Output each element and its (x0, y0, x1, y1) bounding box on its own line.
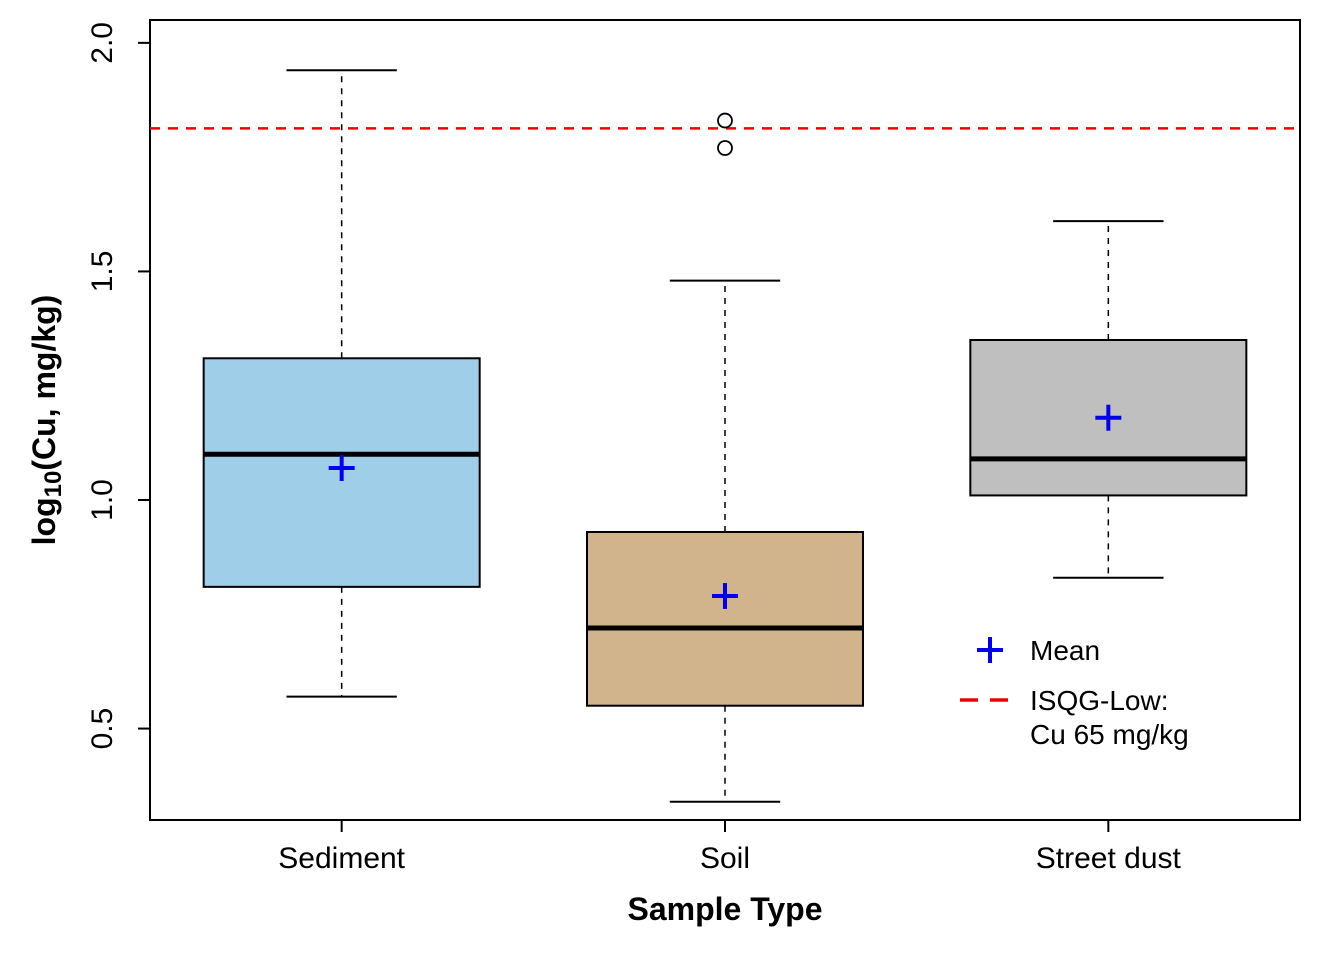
x-tick-label: Street dust (1036, 842, 1182, 875)
y-tick-label: 1.0 (86, 479, 119, 521)
y-tick-label: 0.5 (86, 708, 119, 750)
x-tick-label: Sediment (278, 842, 405, 875)
boxplot-chart: 0.5 1.0 1.5 2.0 log10(Cu, mg/kg) Sediment Soil… (0, 0, 1344, 960)
chart-container: 0.5 1.0 1.5 2.0 log10(Cu, mg/kg) Sediment Soil… (0, 0, 1344, 960)
legend-ref-label: Cu 65 mg/kg (1030, 719, 1189, 750)
legend-mean-label: Mean (1030, 635, 1100, 666)
x-axis-title: Sample Type (627, 891, 822, 927)
y-tick-label: 1.5 (86, 251, 119, 293)
y-tick-label: 2.0 (86, 22, 119, 64)
y-axis-title: log10(Cu, mg/kg) (26, 295, 67, 546)
legend-ref-label: ISQG-Low: (1030, 685, 1168, 716)
x-tick-label: Soil (700, 842, 750, 875)
